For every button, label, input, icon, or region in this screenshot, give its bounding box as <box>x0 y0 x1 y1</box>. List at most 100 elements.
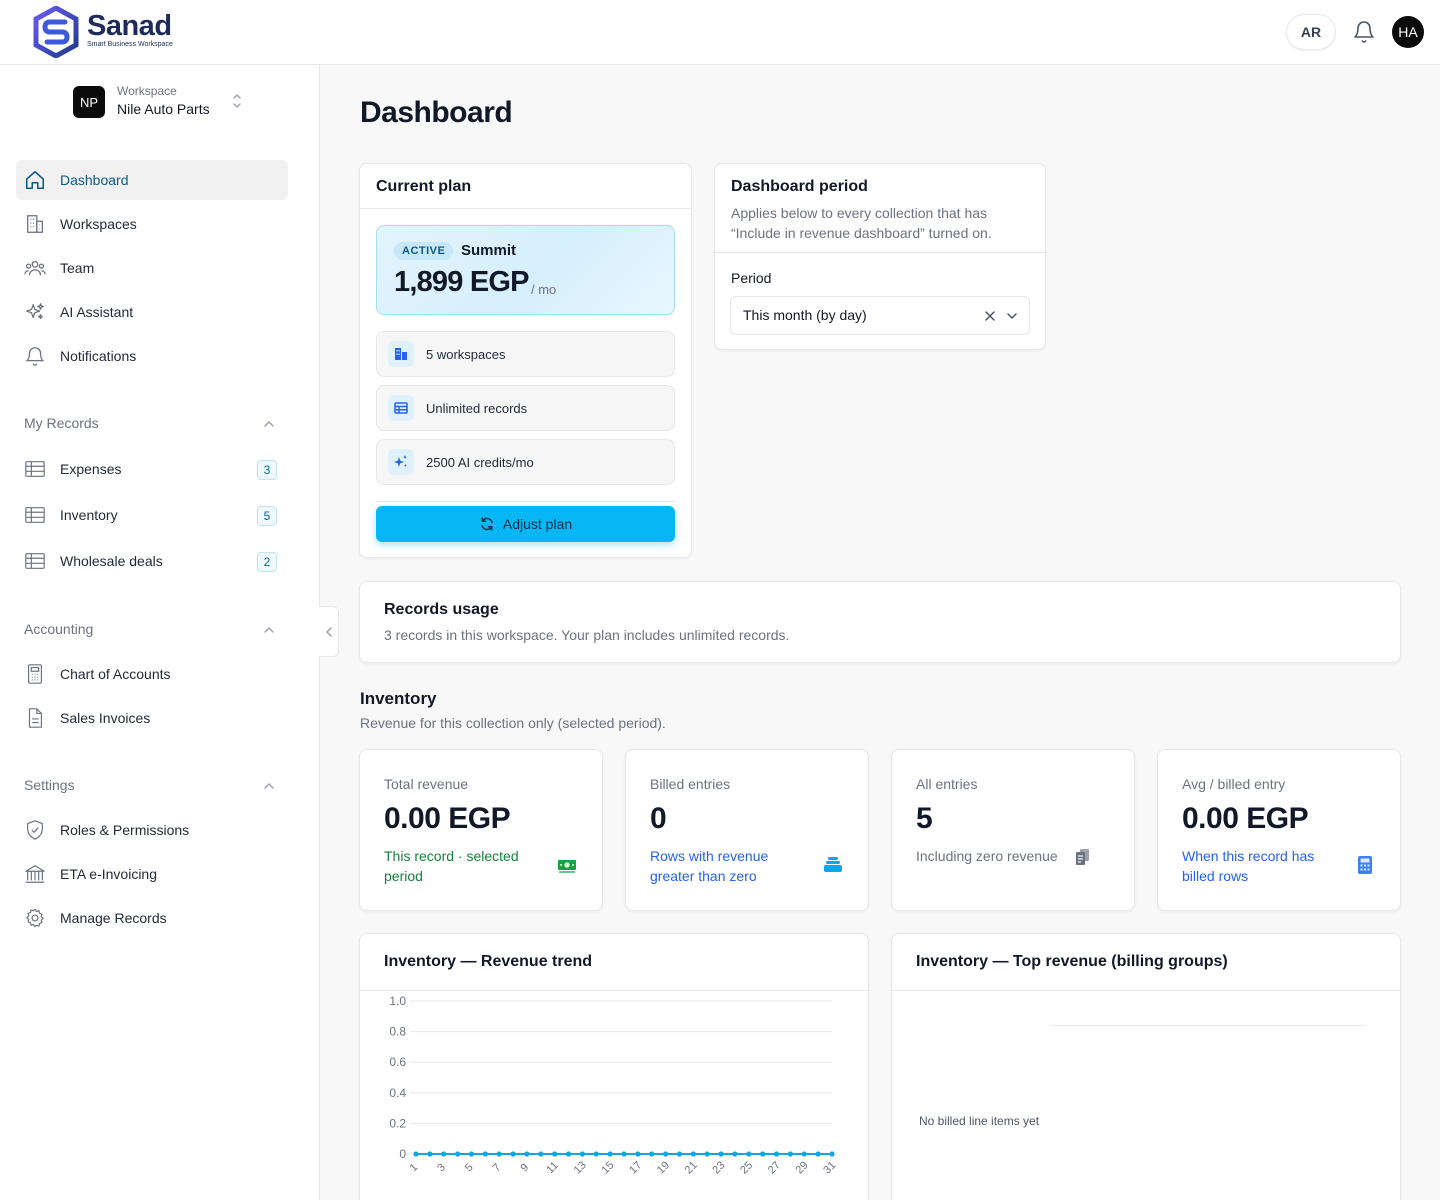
data-point <box>565 1151 572 1157</box>
data-point <box>413 1151 419 1157</box>
stat-value: 0.00 EGP <box>384 802 511 835</box>
workspace-badge: NP <box>73 86 105 118</box>
chart-gridline <box>1050 1025 1366 1026</box>
x-tick-label: 31 <box>821 1159 838 1176</box>
data-point <box>579 1151 585 1157</box>
shield-check-icon <box>27 820 43 840</box>
sidebar-item-label: Wholesale deals <box>60 553 163 569</box>
chevron-up-icon[interactable] <box>262 417 276 431</box>
sidebar-item-roles-permissions[interactable]: Roles & Permissions <box>16 810 288 850</box>
gear-icon <box>26 908 44 928</box>
brand-tagline: Smart Business Workspace <box>87 41 173 48</box>
x-tick-label: 17 <box>627 1159 644 1176</box>
plan-feature-label: 2500 AI credits/mo <box>426 455 534 470</box>
divider <box>376 501 675 502</box>
x-tick-label: 29 <box>794 1159 811 1176</box>
period-select[interactable]: This month (by day) <box>730 296 1030 335</box>
sidebar-item-expenses[interactable]: Expenses 3 <box>16 449 288 489</box>
revenue-trend-chart: 00.20.40.60.81.01 3 5 7 9 11 13 15 17 19 21 23 25 27 2… <box>389 994 838 1176</box>
x-tick-label: 5 <box>463 1161 476 1174</box>
record-count-badge: 5 <box>257 506 277 526</box>
card-title: Current plan <box>376 178 472 195</box>
sidebar-item-label: Expenses <box>60 461 122 477</box>
sidebar-item-dashboard[interactable]: Dashboard <box>16 160 288 200</box>
stat-value: 0.00 EGP <box>1182 802 1309 835</box>
language-toggle-button[interactable]: AR <box>1286 14 1336 50</box>
records-usage-card: Records usage 3 records in this workspac… <box>359 581 1401 663</box>
sidebar-item-team[interactable]: Team <box>16 248 288 288</box>
sidebar: NP Workspace Nile Auto Parts Dashboard W… <box>0 65 320 1200</box>
table-icon <box>25 553 45 569</box>
refresh-icon <box>481 517 493 531</box>
sidebar-item-label: Sales Invoices <box>60 710 151 726</box>
sidebar-item-label: Team <box>60 260 95 276</box>
card-description: Applies below to every collection that h… <box>731 205 992 241</box>
stat-card-avg-billed-entry: Avg / billed entry 0.00 EGP When this re… <box>1157 749 1401 911</box>
data-point <box>663 1151 669 1157</box>
sidebar-item-chart-of-accounts[interactable]: Chart of Accounts <box>16 654 288 694</box>
sidebar-item-ai-assistant[interactable]: AI Assistant <box>16 292 288 332</box>
y-tick-label: 0.8 <box>389 1025 406 1039</box>
stat-label: Total revenue <box>384 776 469 792</box>
plan-summary: ACTIVE Summit 1,899 EGP / mo <box>376 225 675 315</box>
sidebar-item-workspaces[interactable]: Workspaces <box>16 204 288 244</box>
plan-status-badge: ACTIVE <box>394 242 454 260</box>
sidebar-item-label: ETA e-Invoicing <box>60 866 158 882</box>
data-point <box>704 1151 710 1157</box>
sidebar-item-manage-records[interactable]: Manage Records <box>16 898 288 938</box>
data-point <box>801 1151 807 1157</box>
data-point <box>593 1151 599 1157</box>
workspace-switcher[interactable]: NP Workspace Nile Auto Parts <box>73 84 253 126</box>
data-point <box>468 1151 475 1157</box>
sidebar-item-wholesale-deals[interactable]: Wholesale deals 2 <box>16 541 288 581</box>
stat-card-billed-entries: Billed entries 0 Rows with revenue great… <box>625 749 869 911</box>
plan-period: / mo <box>531 282 557 297</box>
sidebar-item-notifications[interactable]: Notifications <box>16 336 288 376</box>
stat-subtext: Including zero revenue <box>916 848 1058 864</box>
card-title: Inventory — Revenue trend <box>384 953 593 970</box>
data-point <box>482 1151 488 1157</box>
sanad-logo-icon[interactable] <box>32 6 80 58</box>
clear-icon[interactable] <box>983 309 997 323</box>
sidebar-item-sales-invoices[interactable]: Sales Invoices <box>16 698 288 738</box>
dashboard-period-card: Dashboard period Applies below to every … <box>714 163 1046 350</box>
period-selected-value: This month (by day) <box>743 307 867 323</box>
top-revenue-card: Inventory — Top revenue (billing groups)… <box>891 933 1401 1200</box>
stat-subtext: When this record has billed rows <box>1182 848 1315 884</box>
top-bar: Sanad Smart Business Workspace AR HA <box>0 0 1440 65</box>
x-tick-label: 3 <box>435 1161 448 1174</box>
chevron-down-icon[interactable] <box>1005 309 1019 323</box>
money-icon <box>558 860 576 873</box>
x-tick-label: 23 <box>710 1159 727 1176</box>
table-icon <box>25 507 45 523</box>
data-point <box>829 1151 835 1157</box>
notifications-bell-icon[interactable] <box>1352 20 1376 44</box>
user-avatar[interactable]: HA <box>1392 16 1424 48</box>
chevron-left-icon <box>325 627 332 637</box>
section-title-accounting: Accounting <box>24 621 94 637</box>
data-point <box>787 1151 793 1157</box>
sidebar-item-eta-e-invoicing[interactable]: ETA e-Invoicing <box>16 854 288 894</box>
x-tick-label: 13 <box>572 1159 589 1176</box>
chevron-up-icon[interactable] <box>262 779 276 793</box>
adjust-plan-button[interactable]: Adjust plan <box>376 506 675 542</box>
data-point <box>649 1151 655 1157</box>
sidebar-collapse-button[interactable] <box>319 606 339 657</box>
x-tick-label: 25 <box>738 1159 755 1176</box>
data-point <box>635 1151 641 1157</box>
section-title-my-records: My Records <box>24 415 99 431</box>
sidebar-item-inventory[interactable]: Inventory 5 <box>16 495 288 535</box>
data-point <box>718 1151 724 1157</box>
y-tick-label: 0.4 <box>389 1086 406 1100</box>
sidebar-item-label: Workspaces <box>60 216 137 232</box>
chevron-up-icon[interactable] <box>262 623 276 637</box>
stat-card-total-revenue: Total revenue 0.00 EGP This record · sel… <box>359 749 603 911</box>
building-icon <box>27 215 43 233</box>
card-description: 3 records in this workspace. Your plan i… <box>384 627 790 643</box>
chevrons-up-down-icon <box>233 93 241 109</box>
sidebar-item-label: Notifications <box>60 348 137 364</box>
card-title: Records usage <box>384 601 499 618</box>
period-field-label: Period <box>731 270 772 286</box>
data-point <box>496 1151 502 1157</box>
sidebar-item-label: Chart of Accounts <box>60 666 171 682</box>
